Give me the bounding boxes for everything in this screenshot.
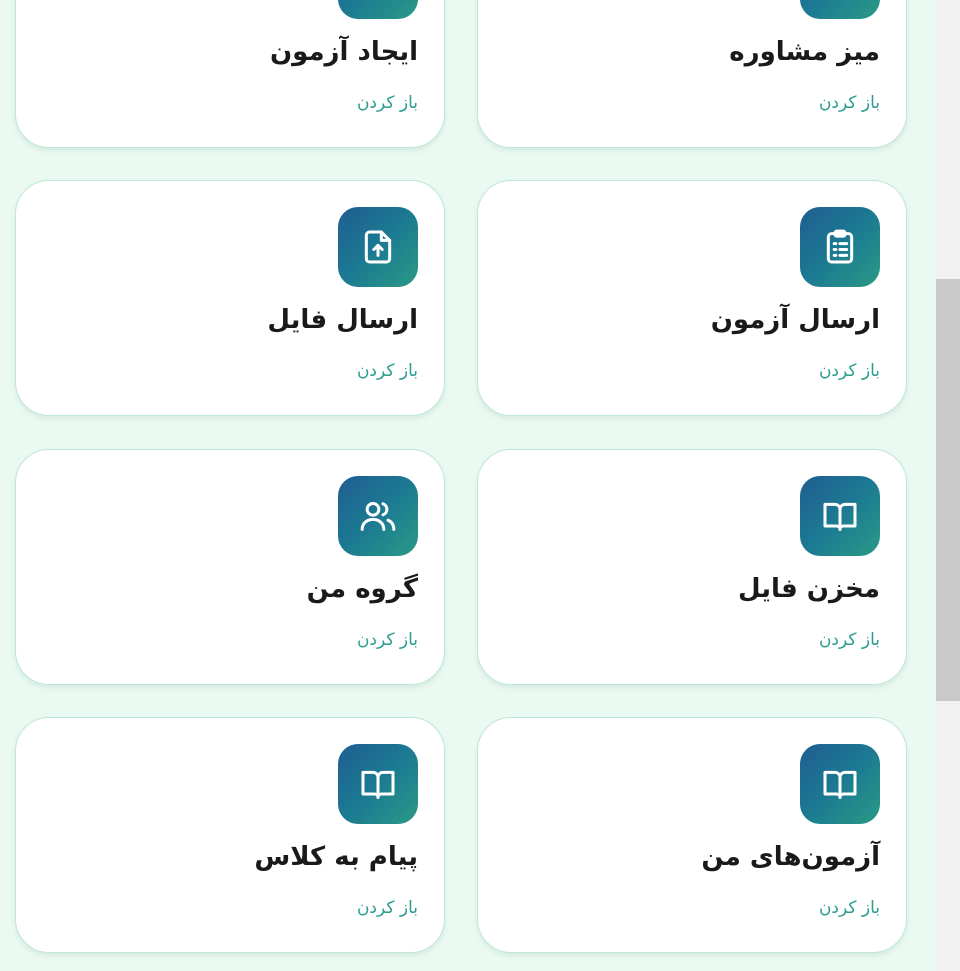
card-title: ارسال فایل — [267, 305, 418, 335]
card-title: میز مشاوره — [729, 37, 880, 67]
clipboard-list-icon — [800, 207, 880, 287]
card-my-group[interactable]: گروه من باز کردن — [15, 449, 445, 685]
card-title: آزمون‌های من — [701, 842, 880, 872]
card-my-exams[interactable]: آزمون‌های من باز کردن — [477, 717, 907, 953]
pencil-icon — [338, 0, 418, 19]
card-send-exam[interactable]: ارسال آزمون باز کردن — [477, 180, 907, 416]
card-message-to-class[interactable]: پیام به کلاس باز کردن — [15, 717, 445, 953]
vertical-scrollbar[interactable] — [936, 0, 960, 971]
card-consultation-desk[interactable]: میز مشاوره باز کردن — [477, 0, 907, 148]
card-create-exam[interactable]: ایجاد آزمون باز کردن — [15, 0, 445, 148]
dashboard-grid: میز مشاوره باز کردن ایجاد آزمون باز کردن… — [0, 0, 936, 971]
open-link[interactable]: باز کردن — [819, 361, 880, 381]
card-title: مخزن فایل — [737, 574, 880, 604]
open-link[interactable]: باز کردن — [357, 898, 418, 918]
book-open-icon — [800, 476, 880, 556]
book-open-icon — [800, 744, 880, 824]
file-upload-icon — [338, 207, 418, 287]
open-link[interactable]: باز کردن — [357, 361, 418, 381]
open-link[interactable]: باز کردن — [357, 630, 418, 650]
users-icon — [338, 476, 418, 556]
card-title: گروه من — [306, 574, 418, 604]
scrollbar-thumb[interactable] — [936, 279, 960, 701]
book-open-icon — [338, 744, 418, 824]
calendar-icon — [800, 0, 880, 19]
open-link[interactable]: باز کردن — [357, 93, 418, 113]
card-send-file[interactable]: ارسال فایل باز کردن — [15, 180, 445, 416]
card-title: پیام به کلاس — [254, 842, 418, 872]
open-link[interactable]: باز کردن — [819, 93, 880, 113]
card-title: ایجاد آزمون — [269, 37, 418, 67]
card-file-repository[interactable]: مخزن فایل باز کردن — [477, 449, 907, 685]
card-title: ارسال آزمون — [710, 305, 880, 335]
open-link[interactable]: باز کردن — [819, 630, 880, 650]
open-link[interactable]: باز کردن — [819, 898, 880, 918]
